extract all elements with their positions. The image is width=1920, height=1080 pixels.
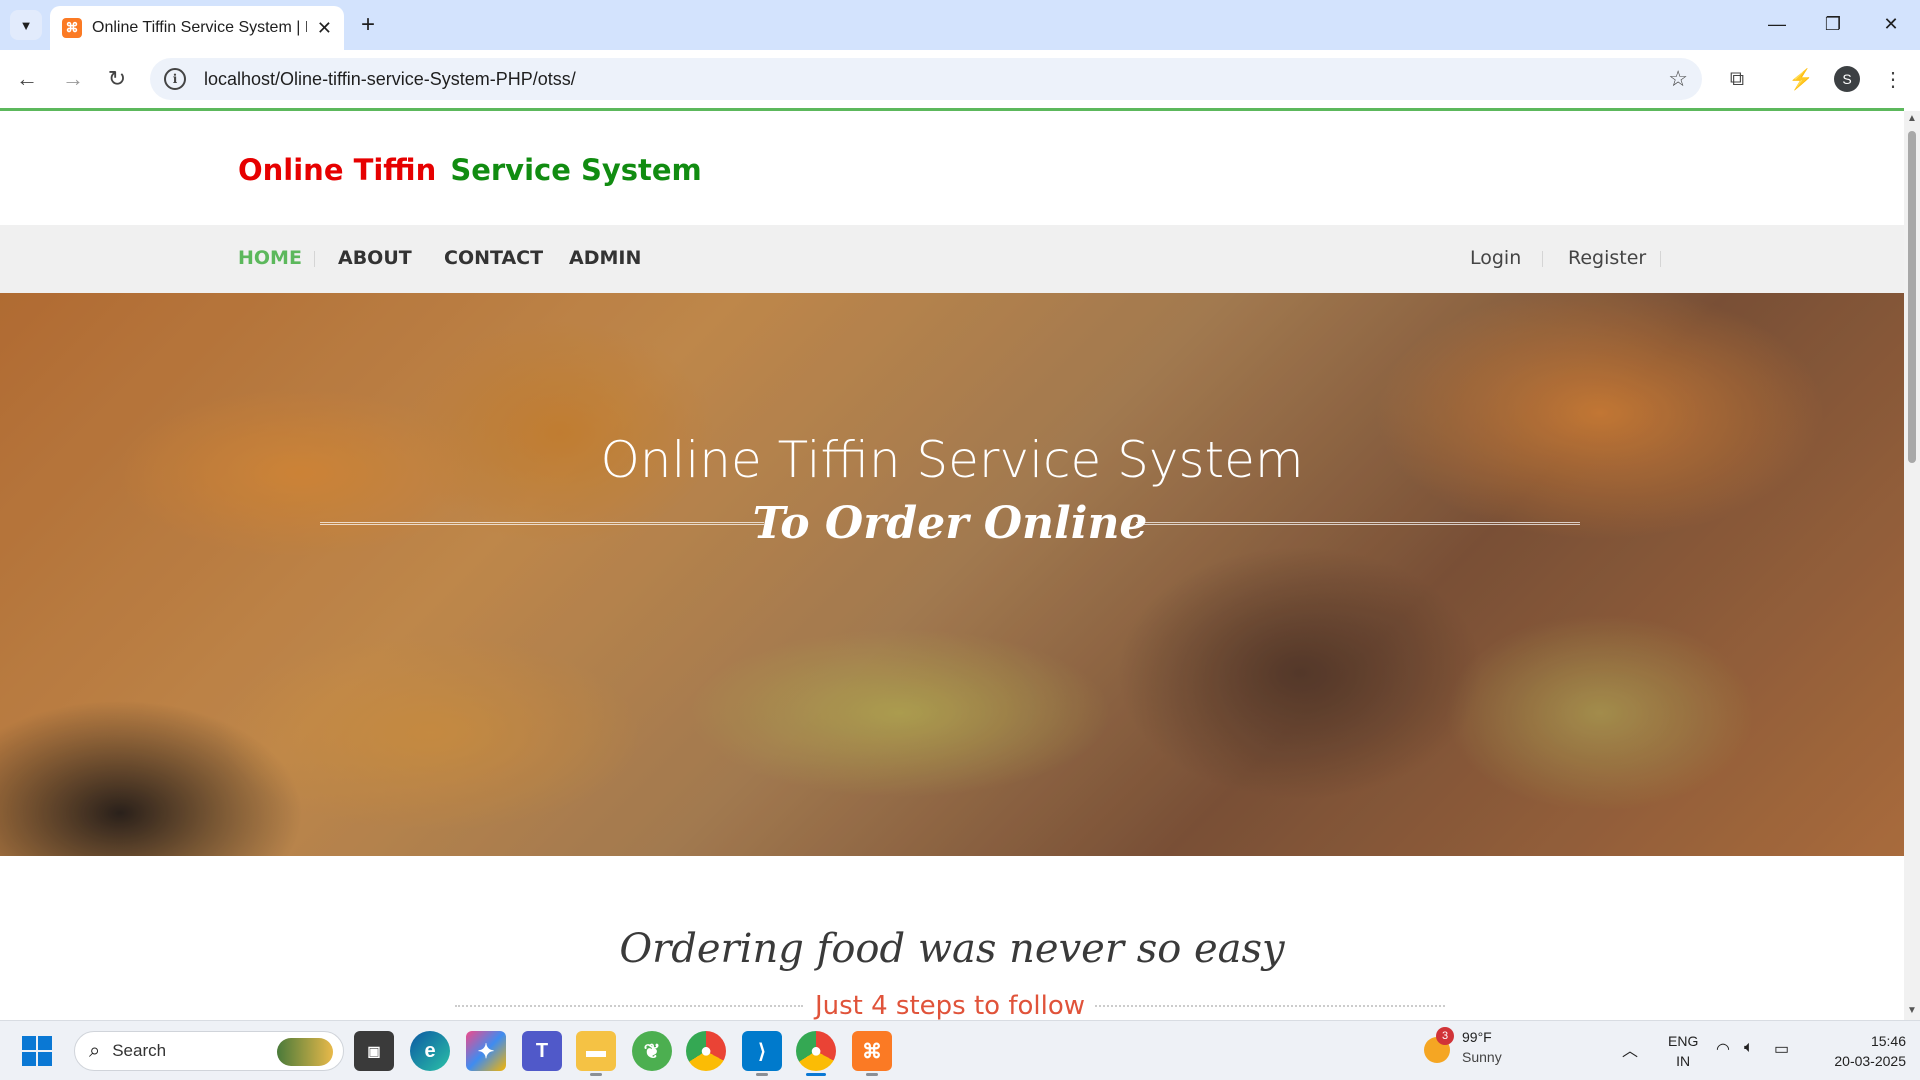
weather-temperature[interactable]: 99°F bbox=[1462, 1029, 1492, 1045]
site-info-icon[interactable]: i bbox=[164, 68, 186, 90]
bookmark-star-icon[interactable]: ☆ bbox=[1668, 66, 1688, 92]
weather-badge: 3 bbox=[1436, 1027, 1454, 1045]
reload-icon[interactable]: ↻ bbox=[98, 60, 136, 98]
nav-home[interactable]: HOME bbox=[238, 247, 302, 269]
page-scrollbar[interactable]: ▲ ▼ bbox=[1904, 111, 1920, 1020]
forward-arrow-icon[interactable]: → bbox=[54, 60, 92, 98]
taskbar-search-label: Search bbox=[112, 1041, 167, 1060]
login-link[interactable]: Login bbox=[1470, 247, 1521, 269]
vscode-icon[interactable]: ⟩ bbox=[742, 1031, 782, 1071]
site-brand[interactable]: Online Tiffin Service System bbox=[238, 153, 702, 187]
nav-about[interactable]: ABOUT bbox=[338, 247, 412, 269]
back-arrow-icon[interactable]: ← bbox=[8, 60, 46, 98]
new-tab-button[interactable]: + bbox=[352, 10, 384, 40]
tab-search-chevron-icon[interactable]: ▼ bbox=[10, 10, 42, 40]
section-title: Ordering food was never so easy bbox=[619, 926, 1285, 972]
xampp-favicon-icon: ⌘ bbox=[62, 18, 82, 38]
system-clock[interactable]: 15:46 20-03-2025 bbox=[1810, 1031, 1906, 1071]
scroll-up-icon[interactable]: ▲ bbox=[1907, 113, 1917, 124]
brand-part2: Service System bbox=[450, 153, 702, 187]
app-running-indicator bbox=[866, 1073, 878, 1076]
profile-avatar[interactable]: S bbox=[1834, 66, 1860, 92]
app-active-indicator bbox=[806, 1073, 826, 1076]
windows-taskbar: ⌕ Search ▣ e ✦ T ▬ ❦ ● ⟩ ● ⌘ 3 99°F Sunn… bbox=[0, 1020, 1920, 1080]
copilot-icon[interactable]: ✦ bbox=[466, 1031, 506, 1071]
section-subtitle: Just 4 steps to follow bbox=[814, 991, 1086, 1021]
language-indicator[interactable]: ENG IN bbox=[1668, 1031, 1698, 1071]
minimize-button[interactable]: — bbox=[1752, 6, 1802, 42]
extensions-puzzle-icon[interactable]: ⧉ bbox=[1720, 62, 1754, 96]
site-header: Online Tiffin Service System bbox=[0, 111, 1904, 225]
hero-banner: Online Tiffin Service System To Order On… bbox=[0, 293, 1904, 856]
edge-icon[interactable]: e bbox=[410, 1031, 450, 1071]
chrome-active-icon[interactable]: ● bbox=[796, 1031, 836, 1071]
app-running-indicator bbox=[590, 1073, 602, 1076]
scrollbar-thumb[interactable] bbox=[1908, 131, 1916, 463]
app-leaf-icon[interactable]: ❦ bbox=[632, 1031, 672, 1071]
browser-menu-icon[interactable]: ⋮ bbox=[1876, 62, 1910, 96]
clock-date: 20-03-2025 bbox=[1834, 1053, 1906, 1069]
language-line1: ENG bbox=[1668, 1033, 1699, 1049]
browser-toolbar: ← → ↻ i localhost/Oline-tiffin-service-S… bbox=[0, 50, 1920, 108]
address-bar[interactable]: i localhost/Oline-tiffin-service-System-… bbox=[150, 58, 1702, 100]
browser-tabstrip: ▼ ⌘ Online Tiffin Service System | Home … bbox=[0, 0, 1920, 50]
hero-subtitle: To Order Online bbox=[752, 498, 1148, 549]
scroll-down-icon[interactable]: ▼ bbox=[1907, 1005, 1917, 1016]
weather-condition[interactable]: Sunny bbox=[1462, 1049, 1502, 1065]
page-viewport: Online Tiffin Service System HOME ABOUT C… bbox=[0, 111, 1904, 1020]
taskbar-search-box[interactable]: ⌕ Search bbox=[74, 1031, 344, 1071]
volume-icon[interactable]: 🔈︎ bbox=[1744, 1039, 1754, 1057]
chrome-icon[interactable]: ● bbox=[686, 1031, 726, 1071]
url-text[interactable]: localhost/Oline-tiffin-service-System-PH… bbox=[204, 69, 576, 90]
tab-close-icon[interactable]: ✕ bbox=[317, 18, 332, 39]
search-icon: ⌕ bbox=[89, 1039, 101, 1062]
tab-title: Online Tiffin Service System | Home bbox=[92, 19, 307, 36]
restore-button[interactable]: ❐ bbox=[1808, 6, 1858, 42]
nav-contact[interactable]: CONTACT bbox=[444, 247, 543, 269]
hero-subtitle-row: To Order Online bbox=[320, 498, 1580, 549]
language-line2: IN bbox=[1676, 1053, 1691, 1069]
battery-icon[interactable]: ▭ bbox=[1774, 1039, 1789, 1059]
brand-part1: Online Tiffin bbox=[238, 153, 437, 187]
xampp-icon[interactable]: ⌘ bbox=[852, 1031, 892, 1071]
tray-chevron-up-icon[interactable]: ︿ bbox=[1622, 1037, 1638, 1061]
file-explorer-icon[interactable]: ▬ bbox=[576, 1031, 616, 1071]
nav-divider bbox=[314, 251, 315, 267]
clock-time: 15:46 bbox=[1870, 1033, 1906, 1049]
app-running-indicator bbox=[756, 1073, 768, 1076]
task-view-icon[interactable]: ▣ bbox=[354, 1031, 394, 1071]
search-highlight-image bbox=[277, 1038, 333, 1066]
close-window-button[interactable]: ✕ bbox=[1866, 6, 1916, 42]
main-navbar: HOME ABOUT CONTACT ADMIN Login Register bbox=[0, 225, 1904, 293]
nav-admin[interactable]: ADMIN bbox=[569, 247, 641, 269]
performance-icon[interactable]: ⚡ bbox=[1784, 62, 1818, 96]
nav-divider bbox=[1542, 251, 1543, 267]
browser-tab-active[interactable]: ⌘ Online Tiffin Service System | Home ✕ bbox=[50, 6, 344, 50]
register-link[interactable]: Register bbox=[1568, 247, 1646, 269]
nav-divider bbox=[1660, 251, 1661, 267]
teams-icon[interactable]: T bbox=[522, 1031, 562, 1071]
hero-title: Online Tiffin Service System bbox=[600, 431, 1304, 489]
windows-start-icon[interactable] bbox=[22, 1036, 52, 1066]
wifi-icon[interactable]: ◠ bbox=[1716, 1039, 1730, 1059]
